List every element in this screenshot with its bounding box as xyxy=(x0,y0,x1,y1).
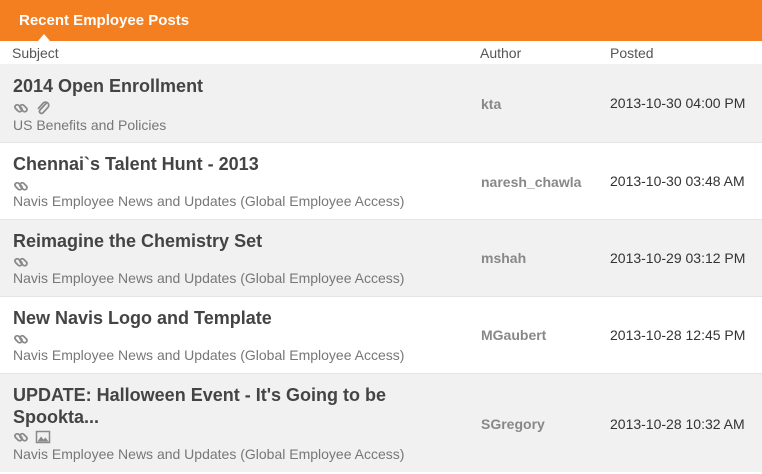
post-category-link[interactable]: Navis Employee News and Updates (Global … xyxy=(13,446,404,462)
link-icon xyxy=(14,432,28,442)
post-row[interactable]: Reimagine the Chemistry Set Navis Employ… xyxy=(0,220,762,297)
post-icons xyxy=(13,429,53,445)
post-title-line: Spookta... xyxy=(13,407,100,427)
post-author-link[interactable]: mshah xyxy=(481,250,526,266)
post-title-link[interactable]: Chennai`s Talent Hunt - 2013 xyxy=(13,153,259,175)
post-icons xyxy=(13,100,53,116)
post-author-link[interactable]: naresh_chawla xyxy=(481,174,581,190)
column-header-row: Subject Author Posted xyxy=(0,41,762,64)
post-author-link[interactable]: SGregory xyxy=(481,416,545,432)
link-icon xyxy=(14,103,28,113)
post-row[interactable]: Chennai`s Talent Hunt - 2013 Navis Emplo… xyxy=(0,143,762,220)
attachment-icon xyxy=(38,101,51,115)
post-author-link[interactable]: kta xyxy=(481,96,501,112)
link-icon xyxy=(14,334,28,344)
post-date: 2013-10-30 03:48 AM xyxy=(610,173,745,189)
header-notch xyxy=(38,34,50,41)
column-header-subject[interactable]: Subject xyxy=(12,45,59,61)
post-title-link[interactable]: Reimagine the Chemistry Set xyxy=(13,230,262,252)
post-category-link[interactable]: Navis Employee News and Updates (Global … xyxy=(13,347,404,363)
post-category-link[interactable]: US Benefits and Policies xyxy=(13,117,166,133)
post-category-link[interactable]: Navis Employee News and Updates (Global … xyxy=(13,193,404,209)
post-date: 2013-10-28 12:45 PM xyxy=(610,327,746,343)
post-title-link[interactable]: UPDATE: Halloween Event - It's Going to … xyxy=(13,384,386,428)
post-category-link[interactable]: Navis Employee News and Updates (Global … xyxy=(13,270,404,286)
post-title-link[interactable]: New Navis Logo and Template xyxy=(13,307,272,329)
post-date: 2013-10-28 10:32 AM xyxy=(610,416,745,432)
recent-employee-posts-widget: Recent Employee Posts Subject Author Pos… xyxy=(0,0,762,474)
column-header-posted[interactable]: Posted xyxy=(610,45,654,61)
post-author-link[interactable]: MGaubert xyxy=(481,327,546,343)
post-title-line: UPDATE: Halloween Event - It's Going to … xyxy=(13,385,386,405)
post-icons xyxy=(13,178,31,194)
post-row[interactable]: 2014 Open Enrollment US Benefits and Pol… xyxy=(0,64,762,143)
post-date: 2013-10-30 04:00 PM xyxy=(610,95,746,111)
post-row[interactable]: New Navis Logo and Template Navis Employ… xyxy=(0,297,762,374)
post-date: 2013-10-29 03:12 PM xyxy=(610,250,746,266)
link-icon xyxy=(14,257,28,267)
column-header-author[interactable]: Author xyxy=(480,45,521,61)
post-row[interactable]: UPDATE: Halloween Event - It's Going to … xyxy=(0,374,762,472)
widget-title: Recent Employee Posts xyxy=(19,12,190,29)
image-icon xyxy=(36,430,51,444)
link-icon xyxy=(14,181,28,191)
post-icons xyxy=(13,254,31,270)
post-icons xyxy=(13,331,31,347)
post-title-link[interactable]: 2014 Open Enrollment xyxy=(13,75,203,97)
widget-header: Recent Employee Posts xyxy=(0,0,762,41)
